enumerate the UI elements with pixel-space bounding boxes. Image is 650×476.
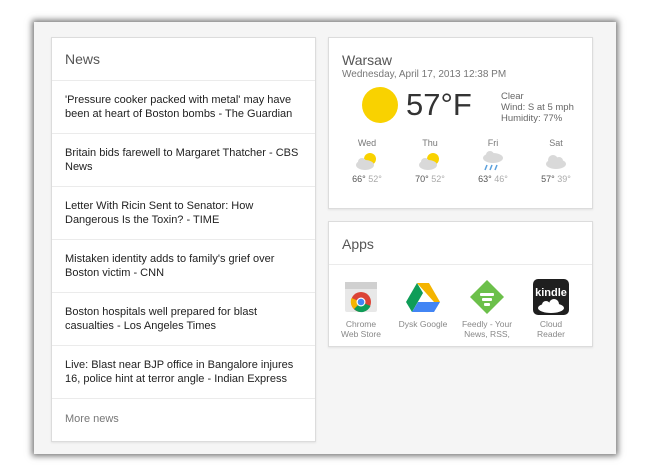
weather-humidity: Humidity: 77% [501, 113, 563, 124]
app-chrome-web-store[interactable]: Chrome Web Store [329, 278, 393, 339]
sun-icon [362, 87, 398, 123]
apps-card: Apps Chrome Web Store Dysk Google Feedly… [328, 221, 593, 347]
weather-condition: Clear [501, 91, 524, 102]
news-item[interactable]: Boston hospitals well prepared for blast… [52, 293, 315, 346]
news-item[interactable]: Live: Blast near BJP office in Bangalore… [52, 346, 315, 399]
forecast-day: Wed 66° 52° [337, 138, 397, 184]
forecast-day: Fri 63° 46° [463, 138, 523, 184]
forecast-low: 52° [368, 174, 382, 184]
new-tab-page: News 'Pressure cooker packed with metal'… [34, 22, 616, 454]
partly-cloudy-icon [419, 153, 439, 170]
feedly-icon [470, 280, 504, 314]
forecast-day-name: Sat [549, 138, 563, 148]
forecast-high: 57° [541, 174, 555, 184]
forecast-day-name: Wed [357, 138, 377, 148]
app-feedly[interactable]: Feedly - Your News, RSS, [455, 278, 519, 339]
more-news-link[interactable]: More news [52, 399, 315, 425]
apps-title: Apps [342, 236, 374, 252]
news-card: News 'Pressure cooker packed with metal'… [51, 37, 316, 442]
forecast-low: 52° [431, 174, 445, 184]
forecast-high: 63° [478, 174, 492, 184]
app-label: Dysk Google [398, 319, 448, 329]
app-google-drive[interactable]: Dysk Google [391, 278, 455, 329]
news-item[interactable]: 'Pressure cooker packed with metal' may … [52, 81, 315, 134]
forecast-day-name: Fri [487, 138, 499, 148]
news-item[interactable]: Britain bids farewell to Margaret Thatch… [52, 134, 315, 187]
forecast-high: 70° [415, 174, 429, 184]
current-temperature: 57°F [406, 87, 472, 122]
news-item[interactable]: Letter With Ricin Sent to Senator: How D… [52, 187, 315, 240]
forecast-day-name: Thu [422, 138, 438, 148]
forecast-high: 66° [352, 174, 366, 184]
forecast-day: Thu 70° 52° [400, 138, 460, 184]
forecast-low: 39° [557, 174, 571, 184]
news-item[interactable]: Mistaken identity adds to family's grief… [52, 240, 315, 293]
cloudy-icon [546, 155, 566, 169]
app-label: Chrome Web Store [340, 319, 381, 339]
weather-details: Clear Wind: S at 5 mph Humidity: 77% [501, 91, 574, 124]
forecast: Wed 66° 52° Thu 70° 52° Fri 63° 46° Sat … [337, 138, 585, 198]
weather-city: Warsaw [342, 52, 393, 68]
weather-datetime: Wednesday, April 17, 2013 12:38 PM [342, 69, 507, 80]
news-title: News [52, 38, 315, 81]
google-drive-icon [406, 283, 440, 312]
weather-card[interactable]: Warsaw Wednesday, April 17, 2013 12:38 P… [328, 37, 593, 209]
app-label: Cloud Reader [537, 319, 565, 339]
forecast-low: 46° [494, 174, 508, 184]
kindle-icon: kindle [533, 279, 569, 315]
weather-wind: Wind: S at 5 mph [501, 102, 574, 113]
divider [329, 264, 592, 265]
rain-icon [483, 151, 503, 171]
chrome-web-store-icon [345, 282, 377, 313]
app-label: Feedly - Your News, RSS, [461, 319, 513, 339]
svg-text:kindle: kindle [535, 287, 567, 299]
forecast-day: Sat 57° 39° [526, 138, 586, 184]
app-kindle-cloud-reader[interactable]: kindle Cloud Reader [519, 278, 583, 339]
partly-cloudy-icon [356, 153, 376, 170]
